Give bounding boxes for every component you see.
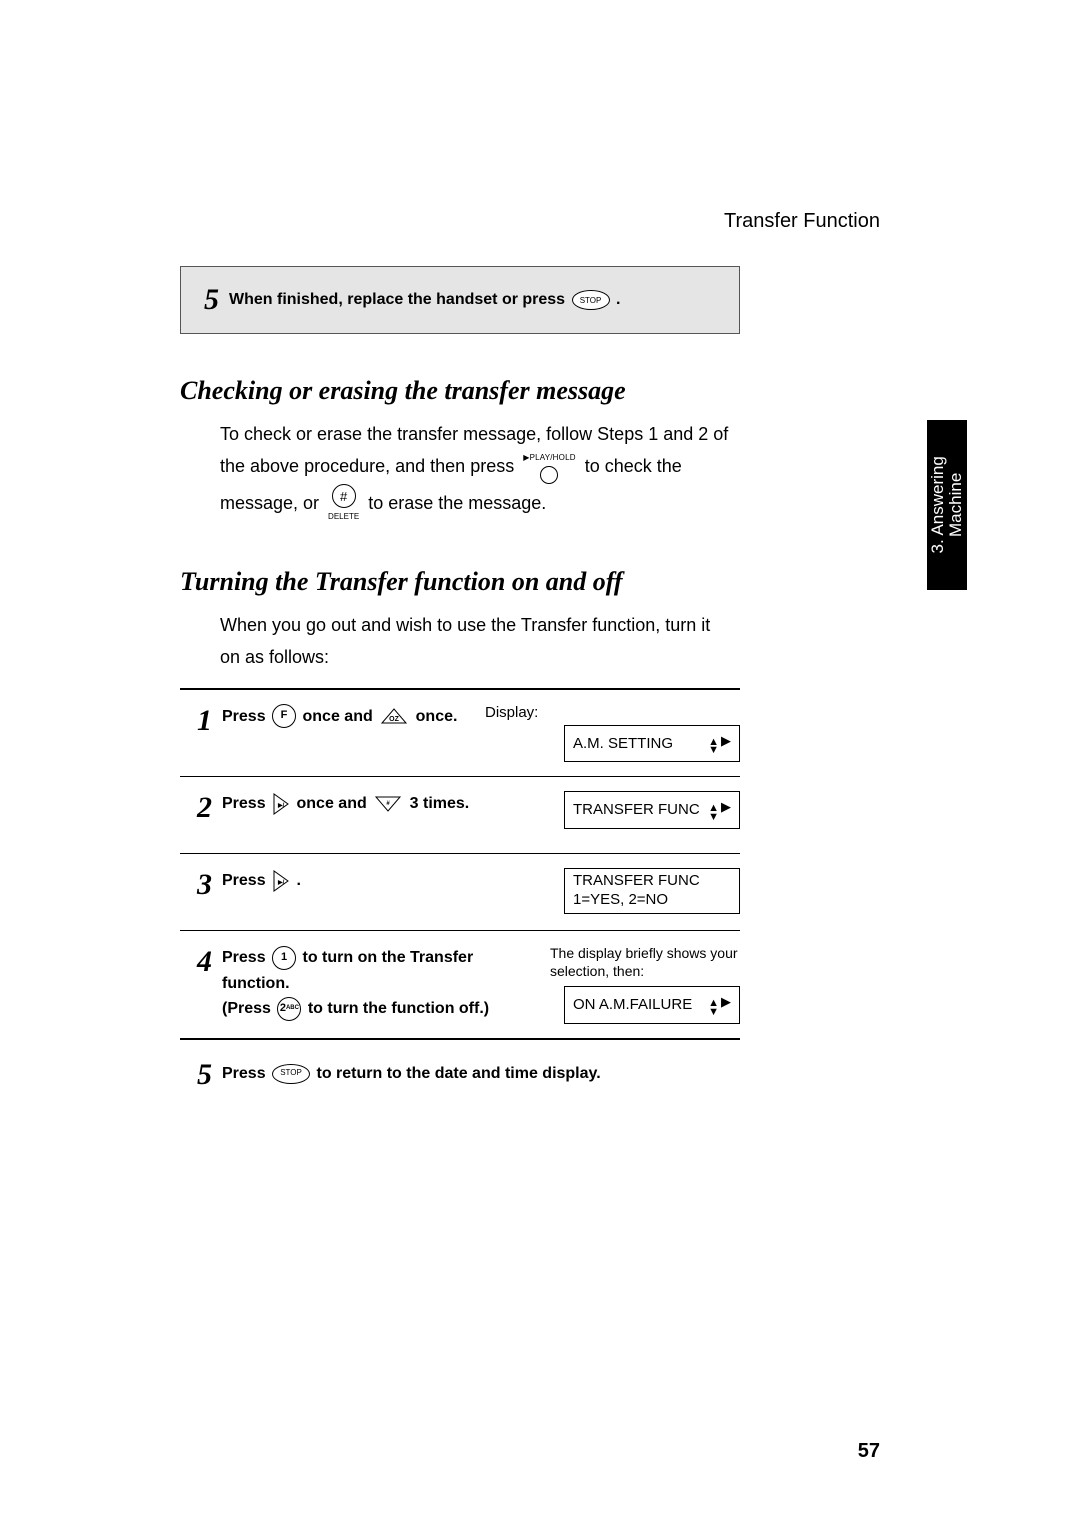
stop-key-icon: STOP — [272, 1064, 310, 1084]
step-number: 3 — [180, 870, 212, 900]
section2-intro: When you go out and wish to use the Tran… — [220, 609, 730, 674]
lcd-display: ON A.M.FAILURE ▲▼▶ — [564, 986, 740, 1024]
step-number: 5 — [180, 1060, 212, 1090]
step-number: 5 — [191, 283, 219, 317]
lcd-display: A.M. SETTING ▲▼▶ — [564, 725, 740, 763]
steps-block: 1 Press F once and OZ once. Display: A — [180, 688, 740, 1040]
hash-delete-key-icon: # DELETE — [328, 484, 359, 524]
chapter-tab-line2: Machine — [946, 473, 965, 537]
one-key-icon: 1 — [272, 946, 296, 970]
up-arrow-key-icon: OZ — [379, 706, 409, 726]
page-number: 57 — [858, 1440, 880, 1463]
display-note: The display briefly shows your selection… — [550, 945, 740, 980]
section-heading-check-erase: Checking or erasing the transfer message — [180, 376, 740, 406]
svg-text:#: # — [387, 801, 391, 807]
section1-p1c: to erase the message. — [368, 493, 546, 513]
step5-top-box: 5 When finished, replace the handset or … — [180, 266, 740, 334]
step-number: 4 — [180, 947, 212, 977]
display-label: Display: — [485, 704, 538, 721]
lcd-display: TRANSFER FUNC ▲▼▶ — [564, 791, 740, 829]
step-row-1: 1 Press F once and OZ once. Display: A — [180, 690, 740, 777]
right-arrow-key-icon: ▶/ — [272, 868, 290, 894]
page-header: Transfer Function — [724, 210, 880, 233]
svg-text:▶/: ▶/ — [277, 879, 285, 886]
step5-text-b: . — [616, 291, 620, 308]
f-key-icon: F — [272, 704, 296, 728]
lcd-display: TRANSFER FUNC 1=YES, 2=NO — [564, 868, 740, 914]
right-arrow-key-icon: ▶/ — [272, 791, 290, 817]
two-key-icon: 2ABC — [277, 997, 301, 1021]
section-heading-onoff: Turning the Transfer function on and off — [180, 567, 740, 597]
step-row-4: 4 Press 1 to turn on the Transfer functi… — [180, 930, 740, 1038]
step-number: 1 — [180, 706, 212, 736]
step-number: 2 — [180, 793, 212, 823]
step5-text-a: When finished, replace the handset or pr… — [229, 291, 570, 308]
svg-text:OZ: OZ — [389, 716, 399, 723]
chapter-tab-line1: 3. Answering — [928, 456, 947, 553]
play-hold-key-icon: ▶PLAY/HOLD — [523, 451, 575, 484]
section1-body: To check or erase the transfer message, … — [220, 418, 730, 525]
step-row-2: 2 Press ▶/ once and # 3 times. TRANSFER … — [180, 776, 740, 853]
down-arrow-key-icon: # — [373, 794, 403, 814]
svg-text:▶/: ▶/ — [277, 802, 285, 809]
step-row-3: 3 Press ▶/ . TRANSFER FUNC 1=YES, 2=NO — [180, 853, 740, 930]
stop-key-icon: STOP — [572, 290, 610, 310]
chapter-tab: 3. Answering Machine — [927, 420, 967, 590]
step-row-5: 5 Press STOP to return to the date and t… — [180, 1046, 740, 1090]
